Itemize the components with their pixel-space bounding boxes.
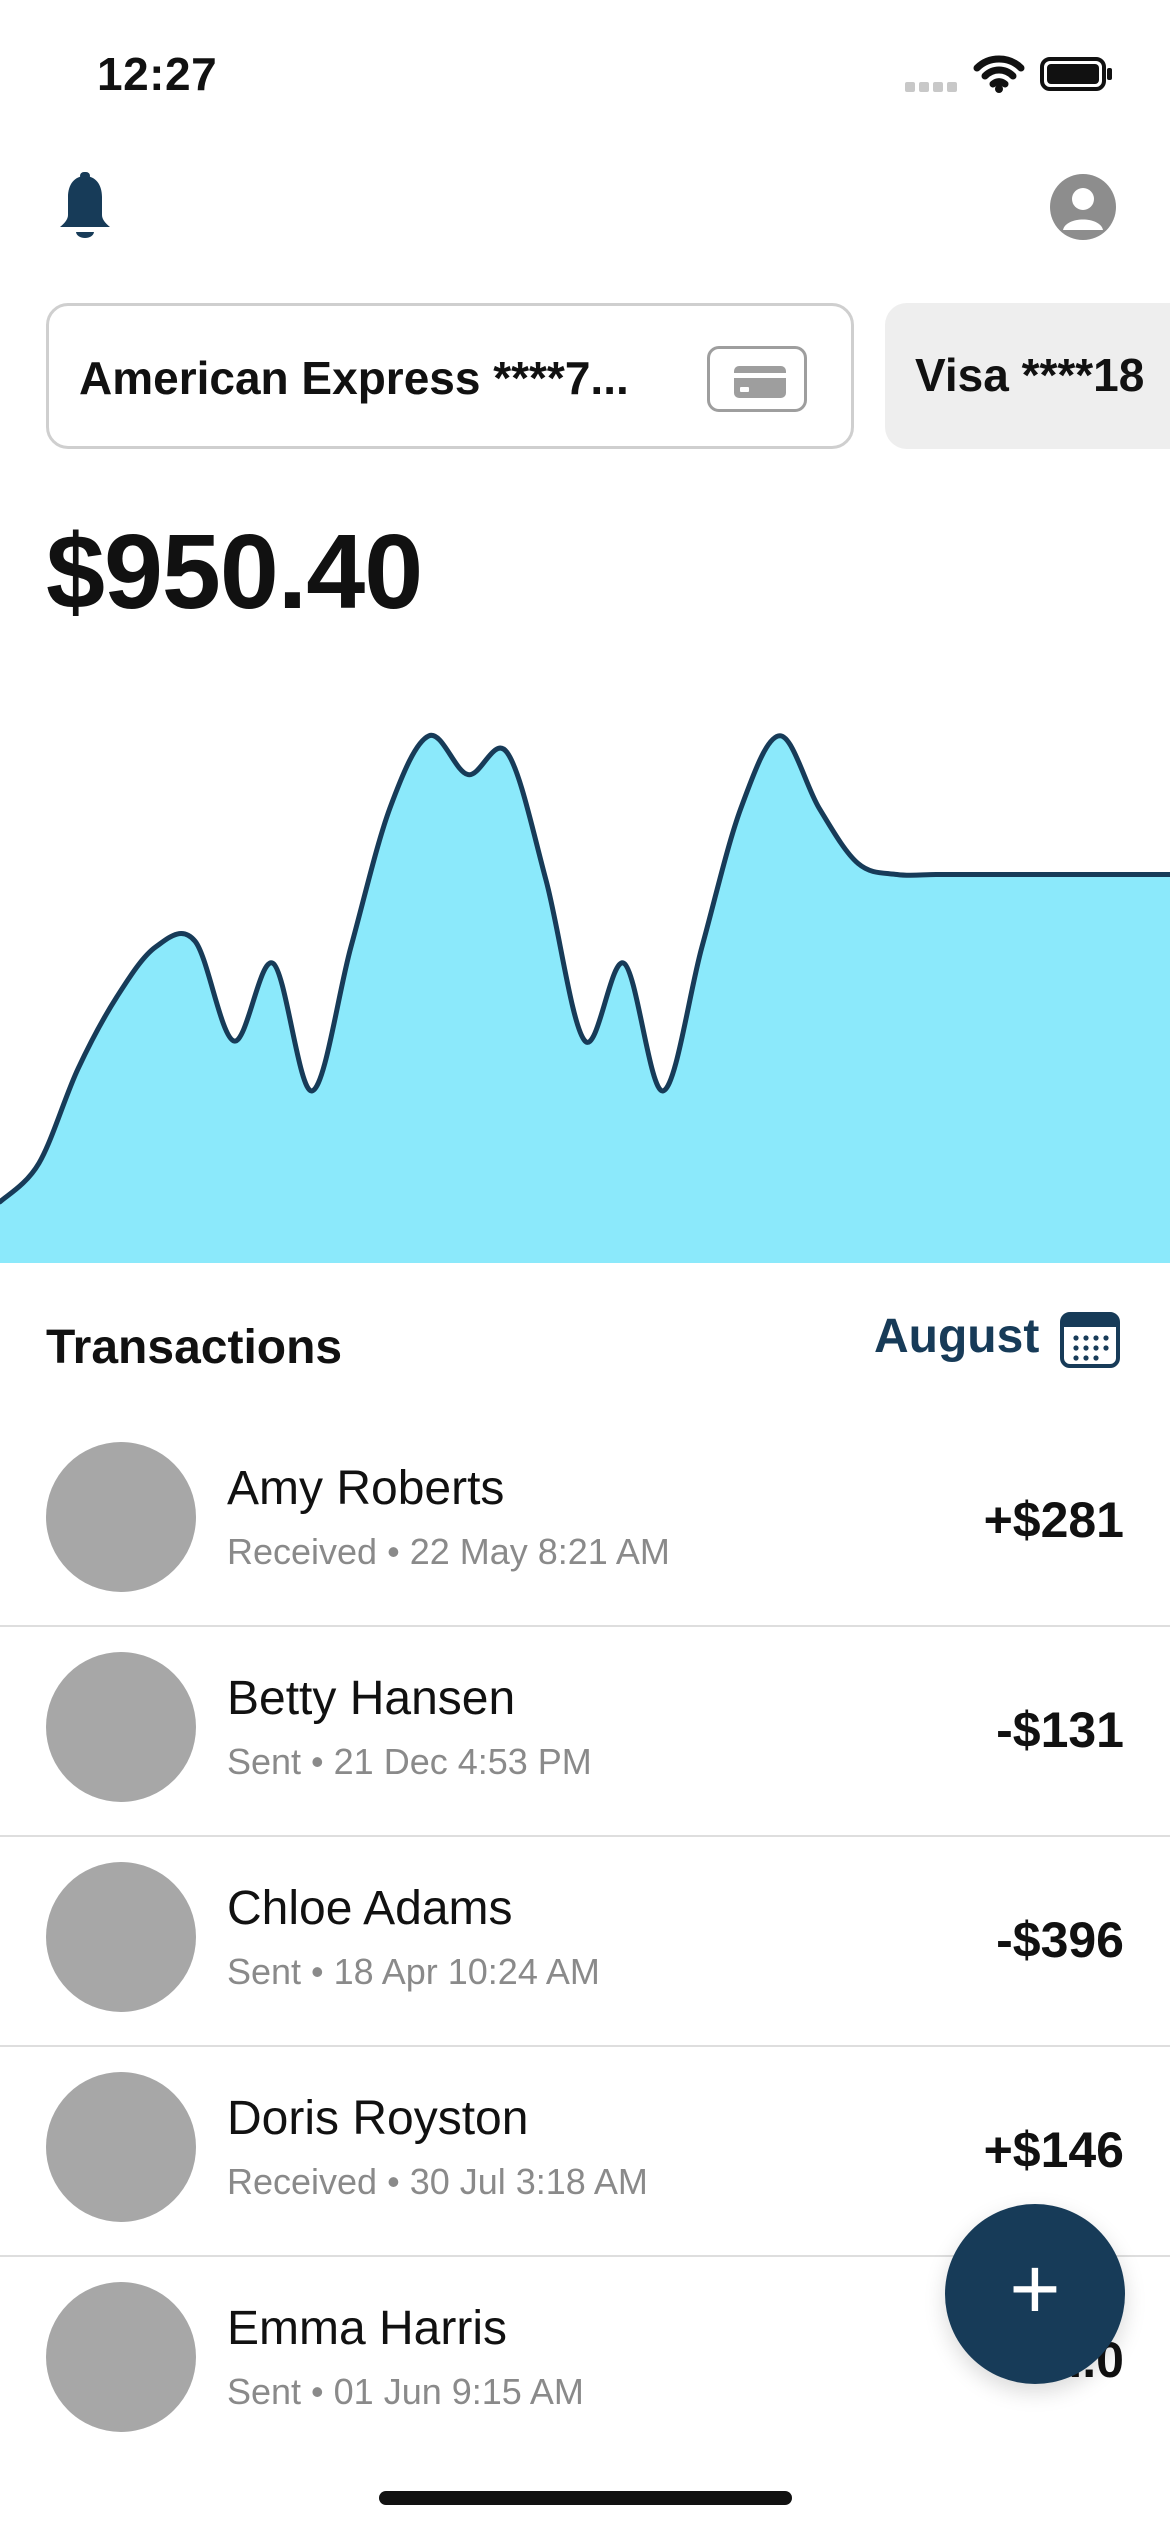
card-selector: American Express ****7... Visa ****18 xyxy=(0,303,1170,453)
transaction-row[interactable]: Chloe Adams Sent • 18 Apr 10:24 AM -$396 xyxy=(0,1837,1170,2047)
transaction-amount: -$131 xyxy=(996,1702,1124,1758)
battery-icon xyxy=(1040,57,1112,91)
transaction-amount: +$146 xyxy=(983,2122,1124,2178)
transaction-row[interactable]: Amy Roberts Received • 22 May 8:21 AM +$… xyxy=(0,1417,1170,1627)
card-amex[interactable]: American Express ****7... xyxy=(46,303,854,449)
transaction-meta: Sent • 21 Dec 4:53 PM xyxy=(227,1741,592,1782)
card-label-amex: American Express ****7... xyxy=(79,352,629,404)
transaction-meta: Received • 22 May 8:21 AM xyxy=(227,1531,670,1572)
credit-card-icon xyxy=(707,346,807,412)
plus-icon: + xyxy=(1009,2239,1061,2338)
month-selector-button[interactable]: August xyxy=(874,1306,1122,1370)
avatar xyxy=(46,1652,196,1802)
transaction-name: Amy Roberts xyxy=(227,1462,505,1515)
home-indicator xyxy=(379,2491,792,2505)
transactions-title: Transactions xyxy=(46,1321,343,1374)
person-icon xyxy=(1063,188,1103,230)
transaction-name: Doris Royston xyxy=(227,2092,529,2145)
transaction-name: Emma Harris xyxy=(227,2302,508,2355)
card-visa[interactable]: Visa ****18 xyxy=(885,303,1170,449)
card-label-visa: Visa ****18 xyxy=(915,349,1145,401)
transaction-row[interactable]: Betty Hansen Sent • 21 Dec 4:53 PM -$131 xyxy=(0,1627,1170,1837)
transaction-meta: Sent • 01 Jun 9:15 AM xyxy=(227,2371,584,2412)
transaction-name: Betty Hansen xyxy=(227,1672,516,1725)
chart-area-fill xyxy=(0,735,1170,1263)
wifi-icon xyxy=(973,55,1025,93)
transaction-meta: Received • 30 Jul 3:18 AM xyxy=(227,2161,648,2202)
status-bar: 12:27 xyxy=(0,0,1170,150)
avatar xyxy=(46,2282,196,2432)
wallet-screen: 12:27 American Express ****7... Visa ***… xyxy=(0,0,1170,2532)
avatar xyxy=(46,2072,196,2222)
balance-amount: $950.40 xyxy=(46,513,423,631)
transaction-amount: -$396 xyxy=(996,1912,1124,1968)
status-time: 12:27 xyxy=(97,48,218,100)
bell-icon[interactable] xyxy=(52,172,118,244)
balance-chart xyxy=(0,733,1170,1263)
calendar-icon xyxy=(1060,1312,1120,1368)
signal-icon xyxy=(905,82,959,92)
transaction-meta: Sent • 18 Apr 10:24 AM xyxy=(227,1951,600,1992)
avatar xyxy=(46,1862,196,2012)
month-label: August xyxy=(874,1310,1040,1363)
add-transaction-button[interactable]: + xyxy=(945,2204,1125,2384)
transaction-amount: +$281 xyxy=(983,1492,1124,1548)
avatar xyxy=(46,1442,196,1592)
transaction-name: Chloe Adams xyxy=(227,1882,513,1935)
profile-button[interactable] xyxy=(1050,174,1116,240)
